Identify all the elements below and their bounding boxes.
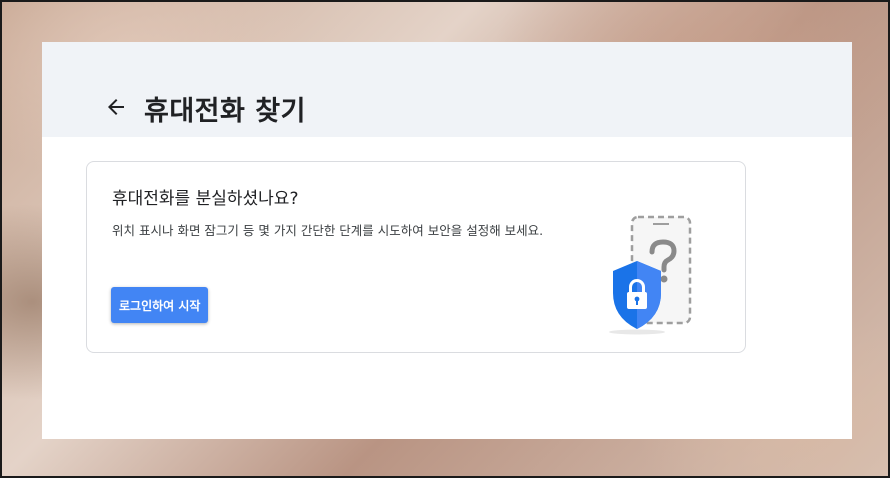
main-panel: 휴대전화 찾기 휴대전화를 분실하셨나요? 위치 표시나 화면 잠그기 등 몇 … [42,42,852,439]
phone-security-illustration [609,215,692,335]
sign-in-start-button[interactable]: 로그인하여 시작 [111,287,209,323]
arrow-left-icon[interactable] [104,95,128,119]
page-title: 휴대전화 찾기 [144,96,306,127]
card-description: 위치 표시나 화면 잠그기 등 몇 가지 간단한 단계를 시도하여 보안을 설정… [112,223,544,238]
background-photo: 휴대전화 찾기 휴대전화를 분실하셨나요? 위치 표시나 화면 잠그기 등 몇 … [0,0,890,478]
lost-phone-card: 휴대전화를 분실하셨나요? 위치 표시나 화면 잠그기 등 몇 가지 간단한 단… [86,161,746,353]
card-title: 휴대전화를 분실하셨나요? [112,189,299,209]
page-header: 휴대전화 찾기 [42,42,852,137]
